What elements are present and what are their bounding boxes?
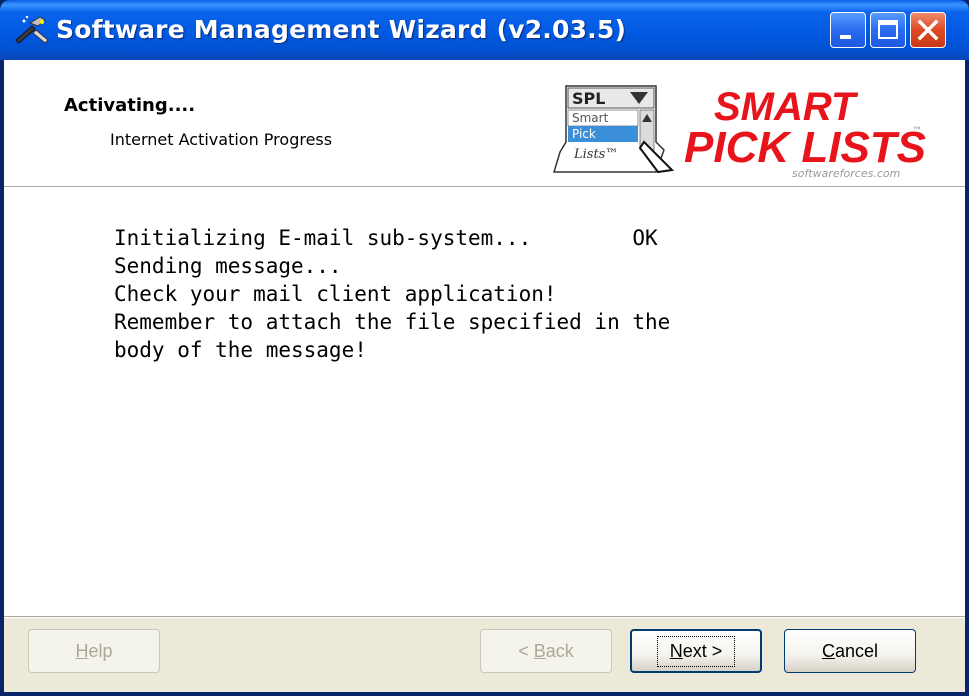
back-label-rest: ack: [545, 640, 574, 661]
minimize-icon: [840, 35, 851, 39]
back-button[interactable]: < Back: [480, 629, 612, 673]
logo-item-smart: Smart: [572, 111, 609, 125]
logo-trademark: ™: [912, 126, 922, 137]
log-line: Remember to attach the file specified in…: [114, 310, 671, 334]
button-bar-divider-highlight: [4, 617, 965, 618]
log-line: body of the message!: [114, 338, 367, 362]
next-label-rest: ext >: [682, 640, 723, 661]
logo-spl-text: SPL: [572, 89, 605, 108]
log-line: Sending message...: [114, 254, 342, 278]
title-bar[interactable]: Software Management Wizard (v2.03.5): [0, 0, 969, 60]
cancel-label-accel: C: [821, 640, 835, 661]
help-button[interactable]: Help: [28, 629, 160, 673]
log-line: Check your mail client application!: [114, 282, 557, 306]
wizard-header: Activating.... Internet Activation Progr…: [4, 60, 965, 187]
activation-log: Initializing E-mail sub-system... OK Sen…: [4, 188, 965, 616]
logo-website: softwareforces.com: [792, 167, 900, 180]
maximize-icon: [878, 20, 898, 39]
close-button[interactable]: [910, 12, 946, 48]
logo-item-pick: Pick: [572, 127, 596, 141]
back-label-prefix: <: [518, 640, 534, 661]
close-icon: [917, 19, 939, 41]
logo-item-lists: Lists™: [573, 147, 618, 162]
help-button-label: Help: [75, 641, 112, 662]
window-title: Software Management Wizard (v2.03.5): [56, 15, 627, 44]
smart-pick-lists-logo: SPL Smart Pick Lists™ SMART PICK LISTS ™…: [552, 85, 926, 180]
wizard-tools-icon: [15, 15, 49, 44]
page-subtitle: Internet Activation Progress: [110, 130, 333, 149]
back-button-label: < Back: [518, 641, 574, 662]
maximize-button[interactable]: [870, 12, 906, 48]
dialog-client-area: Activating.... Internet Activation Progr…: [4, 60, 965, 692]
help-label-rest: elp: [88, 640, 113, 661]
next-button[interactable]: Next >: [630, 629, 762, 673]
cancel-label-rest: ancel: [834, 640, 879, 661]
log-line: Initializing E-mail sub-system... OK: [114, 226, 658, 250]
page-title: Activating....: [64, 95, 196, 116]
logo-brand-line2: PICK LISTS: [684, 123, 926, 172]
next-button-label: Next >: [656, 635, 736, 667]
cancel-button-label: Cancel: [822, 641, 878, 662]
cancel-button[interactable]: Cancel: [784, 629, 916, 673]
back-label-accel: B: [533, 640, 546, 661]
wizard-window: Software Management Wizard (v2.03.5) Act…: [0, 0, 969, 696]
minimize-button[interactable]: [830, 12, 866, 48]
next-label-accel: N: [669, 640, 683, 661]
help-label-accel: H: [75, 640, 89, 661]
